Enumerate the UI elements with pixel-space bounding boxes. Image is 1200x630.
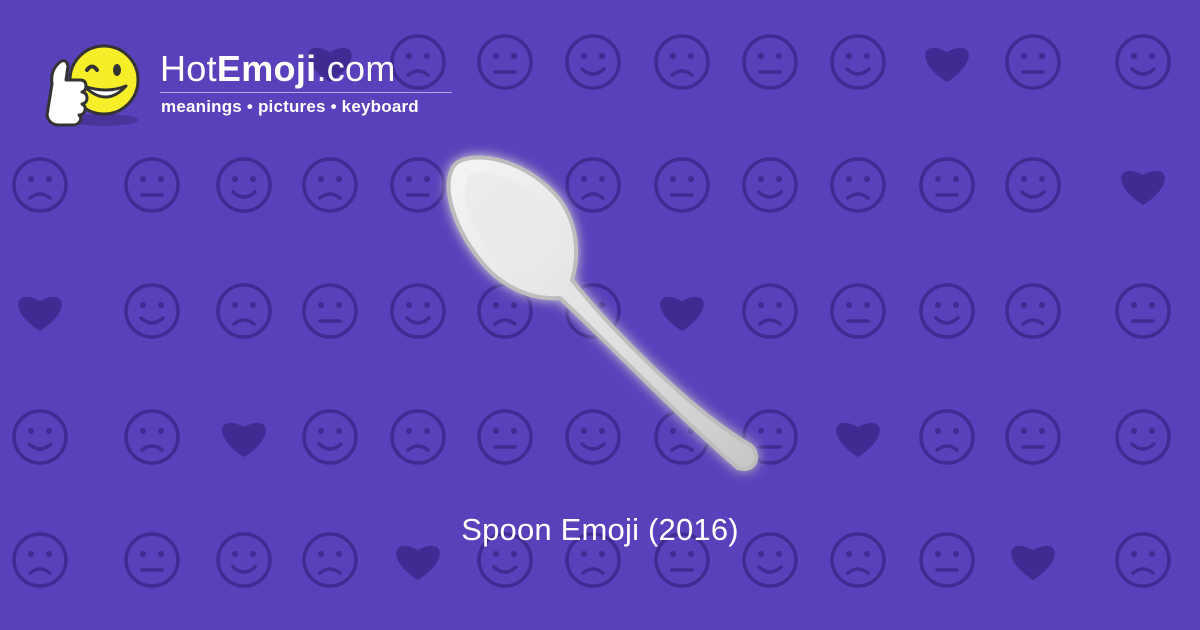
background-emoji-icon — [919, 157, 975, 213]
spoon-icon — [446, 155, 759, 472]
background-emoji-icon — [12, 157, 68, 213]
background-emoji-icon — [836, 422, 880, 457]
background-emoji-icon — [1115, 34, 1171, 90]
site-logo[interactable]: HotEmoji.com meanings • pictures • keybo… — [38, 34, 468, 134]
site-title-light: Hot — [160, 48, 217, 89]
background-emoji-icon — [1005, 283, 1061, 339]
thumbs-up-winking-face-icon — [45, 44, 140, 127]
site-tagline: meanings • pictures • keyboard — [161, 97, 419, 116]
background-emoji-icon — [830, 283, 886, 339]
background-emoji-icon — [925, 47, 969, 82]
background-emoji-icon — [830, 157, 886, 213]
background-emoji-icon — [830, 34, 886, 90]
site-title-tld: .com — [316, 48, 396, 89]
background-emoji-icon — [742, 34, 798, 90]
background-emoji-icon — [919, 283, 975, 339]
background-emoji-icon — [1005, 34, 1061, 90]
background-emoji-icon — [302, 283, 358, 339]
logo-divider — [160, 92, 452, 93]
background-emoji-icon — [1115, 409, 1171, 465]
background-emoji-icon — [1011, 545, 1055, 580]
background-emoji-icon — [216, 157, 272, 213]
background-emoji-icon — [302, 409, 358, 465]
emoji-caption: Spoon Emoji (2016) — [461, 512, 739, 547]
background-emoji-icon — [216, 283, 272, 339]
background-emoji-icon — [919, 409, 975, 465]
site-title-bold: Emoji — [216, 48, 317, 89]
background-emoji-icon — [1005, 409, 1061, 465]
background-emoji-icon — [654, 34, 710, 90]
background-emoji-icon — [396, 545, 440, 580]
background-emoji-icon — [565, 34, 621, 90]
background-emoji-icon — [302, 157, 358, 213]
background-emoji-icon — [18, 296, 62, 331]
site-title[interactable]: HotEmoji.com — [160, 48, 396, 90]
background-emoji-icon — [1121, 170, 1165, 205]
background-emoji-icon — [1115, 283, 1171, 339]
background-emoji-icon — [124, 409, 180, 465]
background-emoji-icon — [124, 283, 180, 339]
background-emoji-icon — [222, 422, 266, 457]
background-emoji-icon — [1005, 157, 1061, 213]
background-emoji-icon — [124, 157, 180, 213]
background-emoji-icon — [477, 34, 533, 90]
background-emoji-icon — [12, 409, 68, 465]
